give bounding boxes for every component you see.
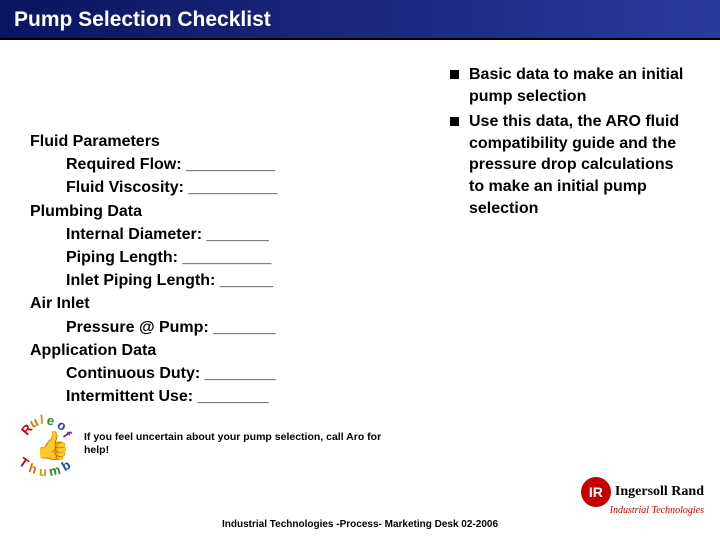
rule-of-thumb-caption: If you feel uncertain about your pump se… bbox=[84, 431, 394, 457]
footer-credit: Industrial Technologies -Process- Market… bbox=[0, 519, 720, 530]
logo-company-name: Ingersoll Rand bbox=[615, 484, 704, 500]
notes-column: Basic data to make an initial pump selec… bbox=[450, 60, 690, 408]
bullet-text: Basic data to make an initial pump selec… bbox=[469, 64, 690, 107]
group-air-inlet: Air Inlet bbox=[30, 292, 450, 315]
logo-subtitle: Industrial Technologies bbox=[610, 505, 704, 516]
field-required-flow: Required Flow: __________ bbox=[30, 153, 450, 176]
rule-of-thumb-callout: R u l e o f 👍 T h u m b If you feel unce… bbox=[18, 414, 394, 474]
page-title: Pump Selection Checklist bbox=[14, 8, 706, 32]
field-piping-length: Piping Length: __________ bbox=[30, 246, 450, 269]
group-plumbing-data: Plumbing Data bbox=[30, 200, 450, 223]
logo-badge-icon: IR bbox=[581, 477, 611, 507]
bullet-text: Use this data, the ARO fluid compatibili… bbox=[469, 111, 690, 219]
field-pressure-at-pump: Pressure @ Pump: _______ bbox=[30, 316, 450, 339]
title-bar: Pump Selection Checklist bbox=[0, 0, 720, 40]
arc-text-bottom: T h u m b bbox=[18, 414, 76, 474]
square-bullet-icon bbox=[450, 70, 459, 79]
field-inlet-piping-length: Inlet Piping Length: ______ bbox=[30, 269, 450, 292]
bullet-use-this-data: Use this data, the ARO fluid compatibili… bbox=[450, 111, 690, 219]
square-bullet-icon bbox=[450, 117, 459, 126]
field-intermittent-use: Intermittent Use: ________ bbox=[30, 385, 450, 408]
group-application-data: Application Data bbox=[30, 339, 450, 362]
field-continuous-duty: Continuous Duty: ________ bbox=[30, 362, 450, 385]
content-area: Fluid Parameters Required Flow: ________… bbox=[0, 40, 720, 408]
group-fluid-parameters: Fluid Parameters bbox=[30, 130, 450, 153]
bullet-basic-data: Basic data to make an initial pump selec… bbox=[450, 64, 690, 107]
logo-mark: IR Ingersoll Rand bbox=[581, 477, 704, 507]
field-internal-diameter: Internal Diameter: _______ bbox=[30, 223, 450, 246]
field-fluid-viscosity: Fluid Viscosity: __________ bbox=[30, 176, 450, 199]
rule-of-thumb-icon: R u l e o f 👍 T h u m b bbox=[18, 414, 76, 474]
ingersoll-rand-logo: IR Ingersoll Rand Industrial Technologie… bbox=[581, 477, 704, 516]
checklist-column: Fluid Parameters Required Flow: ________… bbox=[30, 60, 450, 408]
